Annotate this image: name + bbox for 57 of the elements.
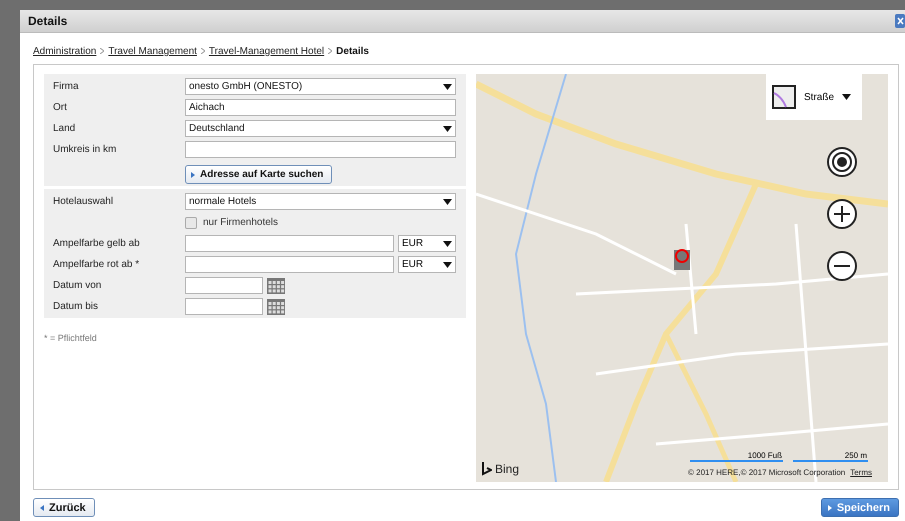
date-field[interactable]: [185, 277, 263, 294]
caret-icon: [443, 240, 452, 246]
field-label: Datum bis: [53, 301, 100, 312]
caret-icon: [443, 126, 452, 132]
checkbox-label: nur Firmenhotels: [203, 217, 278, 228]
chevron-icon: [200, 48, 205, 54]
map-thumbnail-icon: [772, 85, 796, 109]
search-address-button[interactable]: Adresse auf Karte suchen: [185, 165, 332, 184]
right-triangle-icon: [191, 172, 195, 178]
input-field[interactable]: [185, 141, 456, 158]
footnote: * = Pflichtfeld: [44, 333, 98, 343]
caret-icon: [443, 84, 452, 90]
field-label: Ampelfarbe rot ab *: [53, 259, 140, 270]
locate-icon[interactable]: [826, 146, 858, 178]
select-field[interactable]: normale Hotels: [185, 193, 456, 210]
back-button[interactable]: Zurück: [33, 498, 95, 517]
date-field[interactable]: [185, 298, 263, 315]
breadcrumb-current: Details: [336, 46, 369, 56]
right-triangle-icon: [828, 504, 832, 510]
caret-icon: [443, 198, 452, 204]
breadcrumb-link[interactable]: Administration: [33, 46, 96, 56]
field-label: Hotelauswahl: [53, 196, 114, 207]
copyright-text: © 2017 HERE,© 2017 Microsoft Corporation: [688, 468, 846, 477]
chevron-icon: [328, 48, 332, 54]
left-triangle-icon: [40, 504, 44, 510]
caret-icon: [443, 262, 452, 268]
scale-bar: 1000 Fuß: [690, 451, 783, 462]
field-label: Land: [53, 123, 76, 134]
field-label: Ort: [53, 102, 68, 113]
scale-bar: 250 m: [793, 451, 868, 462]
terms-link[interactable]: Terms: [850, 468, 872, 477]
field-label: Firma: [53, 81, 80, 92]
map-provider-name: Bing: [495, 462, 520, 476]
field-label: Datum von: [53, 280, 102, 291]
chevron-icon: [100, 48, 104, 54]
bing-logo-icon: [482, 462, 492, 476]
input-field[interactable]: [185, 256, 394, 273]
select-field[interactable]: Deutschland: [185, 120, 456, 137]
close-icon[interactable]: [895, 14, 905, 28]
calendar-icon[interactable]: [267, 298, 285, 314]
save-button[interactable]: Speichern: [820, 498, 899, 517]
calendar-icon[interactable]: [267, 278, 285, 294]
input-field[interactable]: [185, 235, 394, 252]
field-label: Umkreis in km: [53, 144, 118, 155]
breadcrumb-link[interactable]: Travel-Management Hotel: [208, 46, 324, 56]
window-title: Details: [28, 14, 68, 28]
currency-select[interactable]: EUR: [398, 235, 456, 252]
select-field[interactable]: onesto GmbH (ONESTO): [185, 78, 456, 95]
field-label: Ampelfarbe gelb ab: [53, 238, 141, 249]
zoom-in-icon[interactable]: [826, 198, 858, 230]
map-style-selector[interactable]: Straße: [766, 74, 862, 120]
caret-icon: [842, 94, 852, 100]
input-field[interactable]: Aichach: [185, 99, 456, 116]
checkbox[interactable]: [185, 216, 197, 228]
zoom-out-icon[interactable]: [826, 250, 858, 282]
breadcrumb-link[interactable]: Travel Management: [108, 46, 197, 56]
currency-select[interactable]: EUR: [398, 256, 456, 273]
